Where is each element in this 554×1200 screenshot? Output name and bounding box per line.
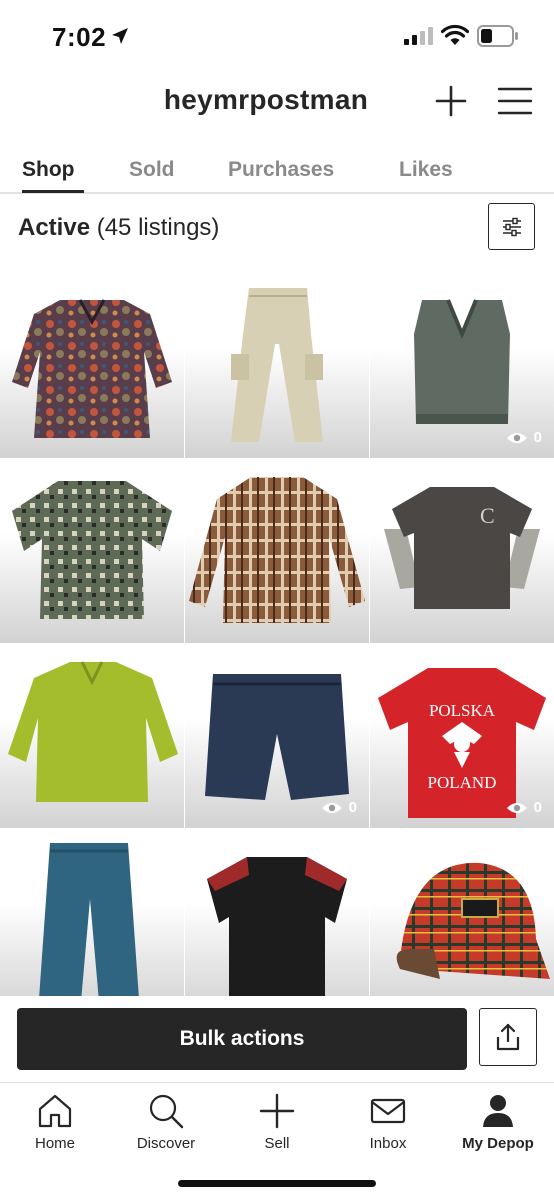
profile-tabs: Shop Sold Purchases Likes [0, 150, 554, 194]
filter-button[interactable] [488, 203, 535, 250]
listing-photo [207, 857, 347, 999]
sliders-filter-icon [502, 217, 521, 236]
cellular-signal-icon [404, 27, 433, 45]
nav-discover[interactable]: Discover [111, 1091, 221, 1152]
shirt-print-bottom: POLAND [428, 773, 497, 792]
share-icon [496, 1023, 520, 1051]
view-count-badge: 0 [321, 799, 357, 816]
view-count: 0 [348, 799, 357, 816]
listing-photo [8, 661, 178, 802]
listings-summary-row: Active (45 listings) [0, 200, 554, 256]
listing-tile[interactable] [185, 274, 369, 458]
listings-count: (45 listings) [96, 214, 220, 241]
nav-my-depop[interactable]: My Depop [443, 1091, 553, 1152]
listing-tile[interactable]: POLSKA POLAND 0 [370, 644, 554, 828]
nav-label: Inbox [369, 1135, 407, 1152]
listing-tile[interactable]: C [370, 459, 554, 643]
listing-tile[interactable]: 0 [370, 274, 554, 458]
home-indicator [178, 1180, 376, 1187]
view-count-badge: 0 [506, 799, 542, 816]
tab-purchases[interactable]: Purchases [228, 158, 334, 182]
listing-photo [231, 288, 323, 442]
battery-icon [477, 25, 518, 47]
listing-photo [189, 477, 365, 623]
home-icon [38, 1094, 72, 1128]
status-bar: 7:02 [0, 0, 554, 70]
nav-label: Sell [264, 1135, 290, 1152]
nav-home[interactable]: Home [0, 1091, 110, 1152]
eye-icon [506, 432, 527, 443]
svg-text:C: C [480, 503, 495, 528]
listing-tile[interactable] [185, 459, 369, 643]
listing-tile[interactable] [0, 644, 184, 828]
listing-photo [12, 481, 172, 619]
listings-status-label: Active [18, 214, 91, 241]
listing-tile[interactable] [185, 829, 369, 1013]
search-icon [149, 1094, 184, 1129]
listing-tile[interactable] [0, 274, 184, 458]
shirt-print-top: POLSKA [429, 701, 496, 720]
person-icon [483, 1095, 513, 1127]
nav-label: My Depop [462, 1135, 534, 1152]
view-count: 0 [533, 429, 542, 446]
mail-icon [370, 1098, 406, 1124]
nav-inbox[interactable]: Inbox [333, 1091, 443, 1152]
listing-tile[interactable] [0, 829, 184, 1013]
eye-icon [321, 802, 342, 813]
listing-tile[interactable]: 0 [185, 644, 369, 828]
view-count-badge: 0 [506, 429, 542, 446]
nav-label: Discover [136, 1135, 196, 1152]
wifi-icon [441, 24, 469, 45]
plus-icon[interactable] [434, 84, 468, 118]
view-count: 0 [533, 799, 542, 816]
plus-icon [259, 1093, 295, 1129]
tab-likes[interactable]: Likes [399, 158, 453, 182]
listings-summary: Active (45 listings) [18, 214, 219, 242]
listing-photo [38, 843, 140, 1013]
status-time: 7:02 [52, 22, 107, 52]
listing-photo [396, 862, 550, 979]
eye-icon [506, 802, 527, 813]
nav-sell[interactable]: Sell [222, 1091, 332, 1152]
active-tab-indicator [22, 190, 84, 193]
bulk-actions-button[interactable]: Bulk actions [17, 1008, 467, 1070]
bulk-actions-bar: Bulk actions [0, 996, 554, 1082]
profile-header: heymrpostman [0, 76, 554, 126]
share-button[interactable] [479, 1008, 537, 1066]
tab-shop[interactable]: Shop [22, 158, 75, 182]
listing-photo [12, 299, 172, 438]
tab-sold[interactable]: Sold [129, 158, 175, 182]
listing-tile[interactable] [0, 459, 184, 643]
nav-label: Home [34, 1135, 75, 1152]
listing-tile[interactable] [370, 829, 554, 1013]
location-arrow-icon [112, 28, 128, 44]
hamburger-menu-icon[interactable] [497, 84, 533, 118]
listing-photo: C [384, 487, 540, 609]
